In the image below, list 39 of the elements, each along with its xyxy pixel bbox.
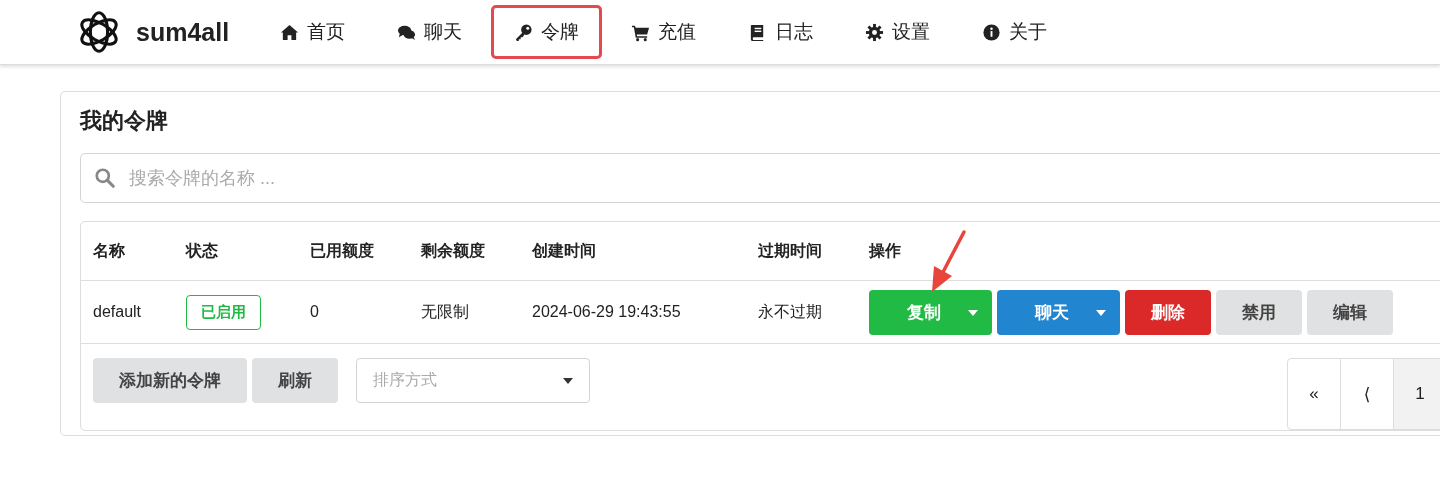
table-cell: 无限制 [421, 302, 469, 320]
column-header: 名称 [92, 240, 126, 261]
nav-item[interactable]: 日志 [725, 5, 837, 59]
nav-item[interactable]: 设置 [842, 5, 954, 59]
action-button[interactable]: 编辑 [1307, 289, 1393, 335]
card-title: 我的令牌 [80, 107, 169, 135]
toolbar-button[interactable]: 添加新的令牌 [93, 358, 247, 403]
column-header: 过期时间 [757, 240, 823, 261]
nav-item[interactable]: 充值 [608, 5, 720, 59]
nav-item[interactable]: 首页 [257, 5, 369, 59]
nav-item[interactable]: 关于 [959, 5, 1071, 59]
nav-item[interactable]: 令牌 [491, 5, 603, 59]
house-icon [280, 22, 300, 42]
brand-name[interactable]: sum4all [136, 17, 230, 47]
action-button[interactable]: 禁用 [1216, 289, 1302, 335]
action-button[interactable]: 聊天 [997, 289, 1120, 335]
column-header: 已用额度 [309, 240, 375, 261]
settings-icon [865, 22, 885, 42]
action-button[interactable]: 删除 [1125, 289, 1211, 335]
column-header: 状态 [184, 240, 219, 261]
search-icon [94, 167, 116, 189]
table-cell: 2024-06-29 19:43:55 [532, 303, 681, 320]
key-icon [514, 22, 534, 42]
table-cell: 永不过期 [758, 302, 822, 320]
table-cell: 0 [310, 303, 319, 320]
caret-icon [968, 309, 978, 316]
page-button[interactable]: 1 [1394, 359, 1440, 429]
info-icon [982, 22, 1002, 42]
search-field[interactable]: 搜索令牌的名称 ... [80, 153, 1440, 203]
column-header: 操作 [867, 240, 902, 261]
caret-icon [563, 377, 573, 384]
table-cell: default [93, 303, 142, 320]
status-label: 已启用 [186, 294, 261, 330]
column-header: 剩余额度 [420, 240, 486, 261]
nav-item[interactable]: 聊天 [374, 5, 486, 59]
column-header: 创建时间 [531, 240, 597, 261]
page-button[interactable]: « [1288, 359, 1341, 429]
caret-icon [1096, 309, 1106, 316]
toolbar-button[interactable]: 刷新 [252, 358, 338, 403]
